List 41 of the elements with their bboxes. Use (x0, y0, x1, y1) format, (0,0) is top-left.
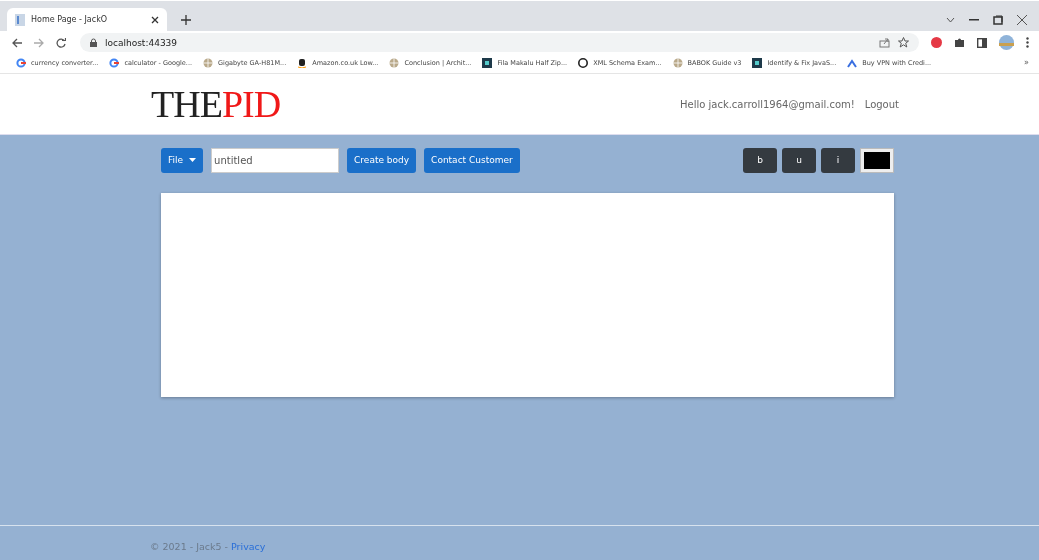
chevron-down-icon[interactable] (946, 16, 955, 23)
more-bookmarks-button[interactable]: » (1024, 58, 1029, 67)
square-icon (752, 57, 763, 68)
star-icon[interactable] (898, 37, 909, 48)
logo[interactable]: THEPID (151, 85, 281, 123)
format-button[interactable]: i (821, 147, 855, 173)
globe-icon (389, 57, 400, 68)
arch-icon (847, 57, 858, 68)
address-bar[interactable]: localhost:44339 (80, 33, 919, 52)
lock-icon (90, 38, 97, 47)
toolbar-button[interactable]: Create body (347, 147, 417, 173)
g-logo-icon (109, 57, 120, 68)
page-icon (15, 13, 25, 26)
format-button[interactable]: b (743, 147, 777, 173)
caret-icon (189, 158, 197, 162)
g-logo-icon (16, 57, 26, 68)
footer-text: © 2021 - Jack5 - Privacy (150, 541, 267, 552)
more-icon[interactable] (1026, 37, 1029, 48)
globe-icon (203, 57, 214, 68)
share-icon[interactable] (879, 37, 890, 48)
square-icon (482, 57, 493, 68)
format-button[interactable]: u (782, 147, 816, 173)
browser-tab[interactable]: Home Page - JackO (7, 8, 167, 31)
restore-icon[interactable] (993, 14, 1003, 25)
close-icon[interactable] (1017, 14, 1027, 25)
side-panel-icon[interactable] (977, 37, 987, 48)
extension-badge-icon[interactable] (931, 37, 942, 48)
reload-icon[interactable] (56, 37, 66, 48)
document-name-field[interactable]: untitled (211, 147, 340, 173)
toolbar-button[interactable]: Contact Customer (424, 147, 520, 173)
greeting-text: Hello jack.carroll1964@gmail.com! (679, 98, 855, 110)
file-menu-button[interactable]: File (161, 147, 204, 173)
url-text: localhost:44339 (105, 37, 178, 48)
tab-title: Home Page - JackO (31, 15, 109, 24)
logout-link[interactable]: Logout (864, 98, 899, 110)
close-icon[interactable] (151, 15, 159, 24)
plus-icon[interactable] (181, 14, 191, 25)
back-icon[interactable] (12, 37, 22, 48)
amazon-icon (297, 57, 308, 68)
minimize-icon[interactable] (969, 18, 979, 21)
globe-icon (672, 57, 683, 68)
